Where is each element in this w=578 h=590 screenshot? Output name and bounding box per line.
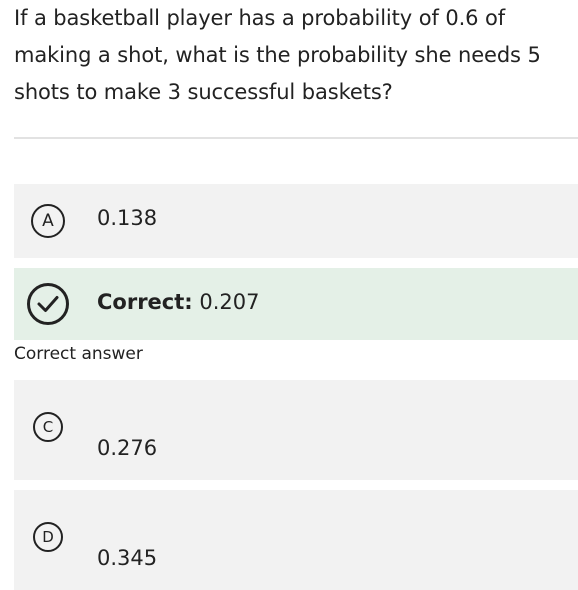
option-b-text: Correct: 0.207 [97,290,260,314]
checkmark-icon [37,296,59,312]
option-a-letter-badge: A [31,204,65,238]
option-b-value: 0.207 [199,290,260,314]
option-a-value: 0.138 [97,206,158,230]
option-d-letter-badge: D [33,522,63,552]
option-c-value: 0.276 [97,436,158,460]
divider [14,137,578,139]
answer-option-c[interactable]: C 0.276 [14,380,578,480]
option-c-letter-badge: C [33,412,63,442]
option-d-value: 0.345 [97,546,158,570]
answer-option-b-correct[interactable]: Correct: 0.207 [14,268,578,340]
correct-answer-label: Correct answer [14,344,143,364]
correct-prefix: Correct: [97,290,193,314]
answer-option-d[interactable]: D 0.345 [14,490,578,590]
checkmark-circle-icon [27,283,69,325]
question-text: If a basketball player has a probability… [14,6,541,104]
answer-option-a[interactable]: A 0.138 [14,184,578,258]
